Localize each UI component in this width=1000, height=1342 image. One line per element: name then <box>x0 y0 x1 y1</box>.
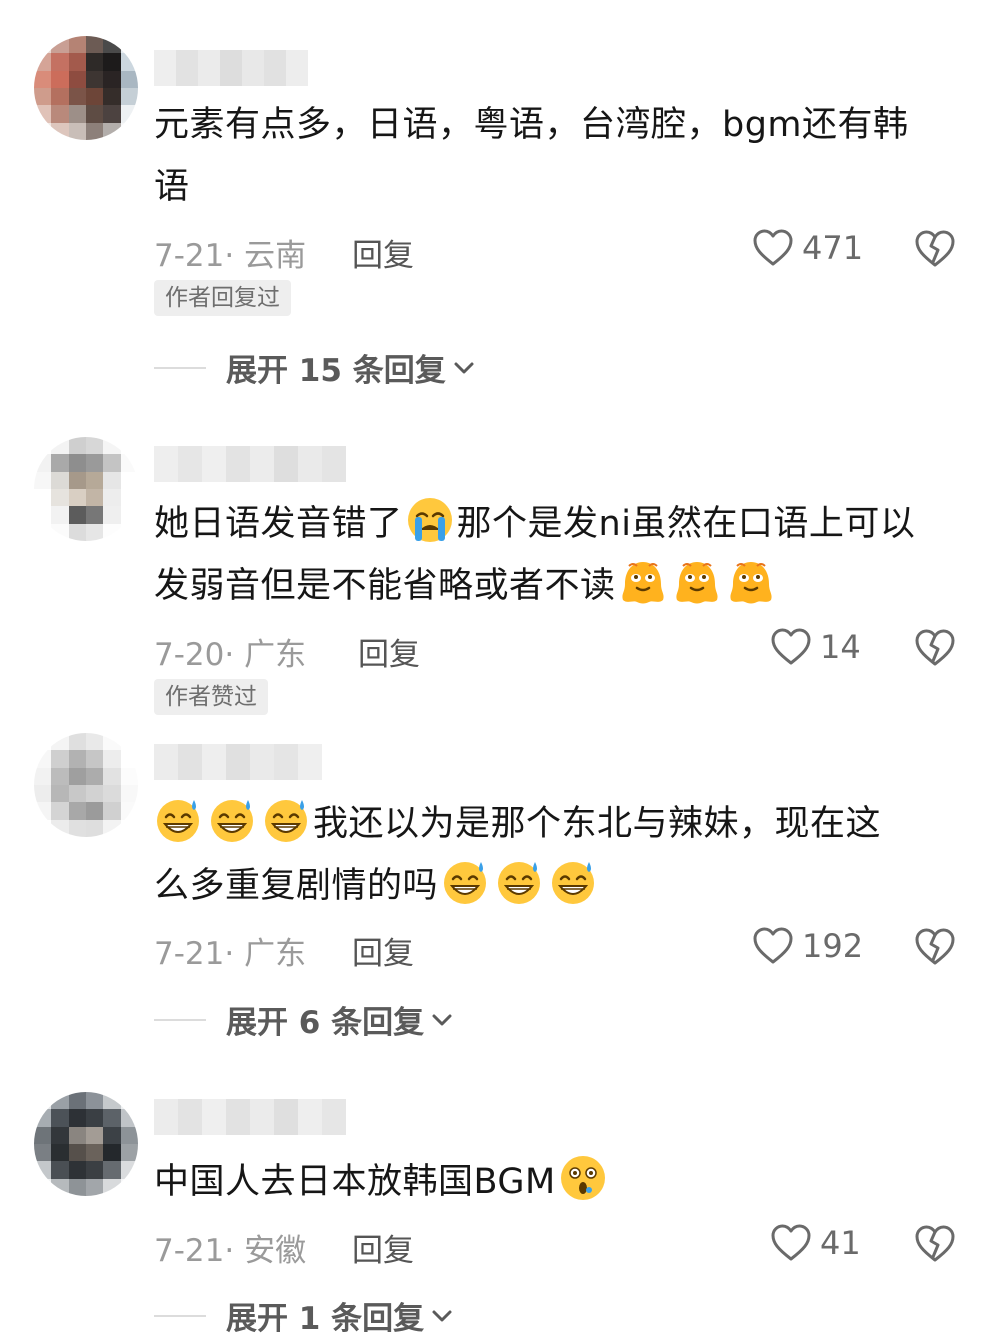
date-location: 7-21· 广东 <box>154 936 307 972</box>
date-location: 7-21· 云南 <box>154 238 307 274</box>
comment-text-segment: 那个是发ni虽然在口语上可以 <box>456 504 916 544</box>
divider-line <box>154 1314 206 1317</box>
heart-outline-icon <box>770 1223 812 1263</box>
avatar[interactable] <box>34 36 138 140</box>
comment-text: 她日语发音错了 那个是发ni虽然在口语上可以 发弱音但是不能省略或者不读 <box>154 493 964 617</box>
astonished-face-icon <box>559 1154 607 1202</box>
comment-text-line: 中国人去日本放韩国BGM <box>154 1151 964 1213</box>
loudly-crying-face-icon <box>406 496 454 544</box>
comment-text-line: 发弱音但是不能省略或者不读 <box>154 555 964 617</box>
comment-meta: 7-20· 广东 回复 <box>154 629 420 674</box>
expand-replies-label: 展开 6 条回复 <box>226 1005 425 1041</box>
comment-text-segment: 么多重复剧情的吗 <box>154 866 439 906</box>
comment-text-segment: 她日语发音错了 <box>154 504 403 544</box>
expand-replies-button[interactable]: 展开 1 条回复 <box>154 1293 454 1338</box>
expand-replies-button[interactable]: 展开 15 条回复 <box>154 345 476 390</box>
like-button[interactable]: 14 <box>770 627 861 667</box>
chevron-down-icon <box>430 1306 454 1326</box>
hot-sweat-face-icon <box>619 558 667 606</box>
comment-meta: 7-21· 云南 回复 <box>154 230 414 275</box>
like-count: 471 <box>802 229 864 267</box>
comment-text: 我还以为是那个东北与辣妹，现在这 么多重复剧情的吗 <box>154 793 964 917</box>
username-blurred[interactable] <box>154 744 322 780</box>
avatar[interactable] <box>34 1092 138 1196</box>
expand-replies-label: 展开 15 条回复 <box>226 353 446 389</box>
comment-text-segment: 中国人去日本放韩国BGM <box>154 1162 556 1202</box>
broken-heart-icon[interactable] <box>914 1224 956 1264</box>
comment-text-line: 语 <box>154 167 190 207</box>
like-count: 14 <box>820 628 861 666</box>
like-button[interactable]: 471 <box>752 228 863 268</box>
divider-line <box>154 1018 206 1021</box>
username-blurred[interactable] <box>154 50 308 86</box>
expand-replies-button[interactable]: 展开 6 条回复 <box>154 997 454 1042</box>
date-location: 7-20· 广东 <box>154 637 307 673</box>
heart-outline-icon <box>770 627 812 667</box>
comment-text-line: 么多重复剧情的吗 <box>154 855 964 917</box>
comment-text: 中国人去日本放韩国BGM <box>154 1151 964 1213</box>
comment-meta: 7-21· 广东 回复 <box>154 928 414 973</box>
hot-sweat-face-icon <box>673 558 721 606</box>
grinning-sweat-face-icon <box>208 796 256 844</box>
like-count: 192 <box>802 927 864 965</box>
comment-text-line: 她日语发音错了 那个是发ni虽然在口语上可以 <box>154 493 964 555</box>
chevron-down-icon <box>430 1010 454 1030</box>
comment-text-line: 我还以为是那个东北与辣妹，现在这 <box>154 793 964 855</box>
like-count: 41 <box>820 1224 861 1262</box>
author-badge: 作者赞过 <box>154 679 268 715</box>
grinning-sweat-face-icon <box>549 858 597 906</box>
chevron-down-icon <box>452 358 476 378</box>
username-blurred[interactable] <box>154 446 346 482</box>
reply-button[interactable]: 回复 <box>352 1225 414 1270</box>
reply-button[interactable]: 回复 <box>352 928 414 973</box>
heart-outline-icon <box>752 228 794 268</box>
divider-line <box>154 366 206 369</box>
comment-text-segment: 我还以为是那个东北与辣妹，现在这 <box>313 804 882 844</box>
hot-sweat-face-icon <box>727 558 775 606</box>
avatar[interactable] <box>34 437 138 541</box>
reply-button[interactable]: 回复 <box>352 230 414 275</box>
heart-outline-icon <box>752 926 794 966</box>
expand-replies-label: 展开 1 条回复 <box>226 1301 425 1337</box>
like-button[interactable]: 41 <box>770 1223 861 1263</box>
avatar[interactable] <box>34 733 138 837</box>
date-location: 7-21· 安徽 <box>154 1233 307 1269</box>
broken-heart-icon[interactable] <box>914 927 956 967</box>
grinning-sweat-face-icon <box>262 796 310 844</box>
grinning-sweat-face-icon <box>154 796 202 844</box>
grinning-sweat-face-icon <box>495 858 543 906</box>
comment-text-segment: 发弱音但是不能省略或者不读 <box>154 566 616 606</box>
author-badge: 作者回复过 <box>154 280 291 316</box>
comment-text: 元素有点多，日语，粤语，台湾腔，bgm还有韩 语 <box>154 94 964 218</box>
like-button[interactable]: 192 <box>752 926 863 966</box>
grinning-sweat-face-icon <box>441 858 489 906</box>
username-blurred[interactable] <box>154 1099 346 1135</box>
comment-text-line: 元素有点多，日语，粤语，台湾腔，bgm还有韩 <box>154 105 909 145</box>
reply-button[interactable]: 回复 <box>358 629 420 674</box>
broken-heart-icon[interactable] <box>914 229 956 269</box>
broken-heart-icon[interactable] <box>914 628 956 668</box>
comment-meta: 7-21· 安徽 回复 <box>154 1225 414 1270</box>
